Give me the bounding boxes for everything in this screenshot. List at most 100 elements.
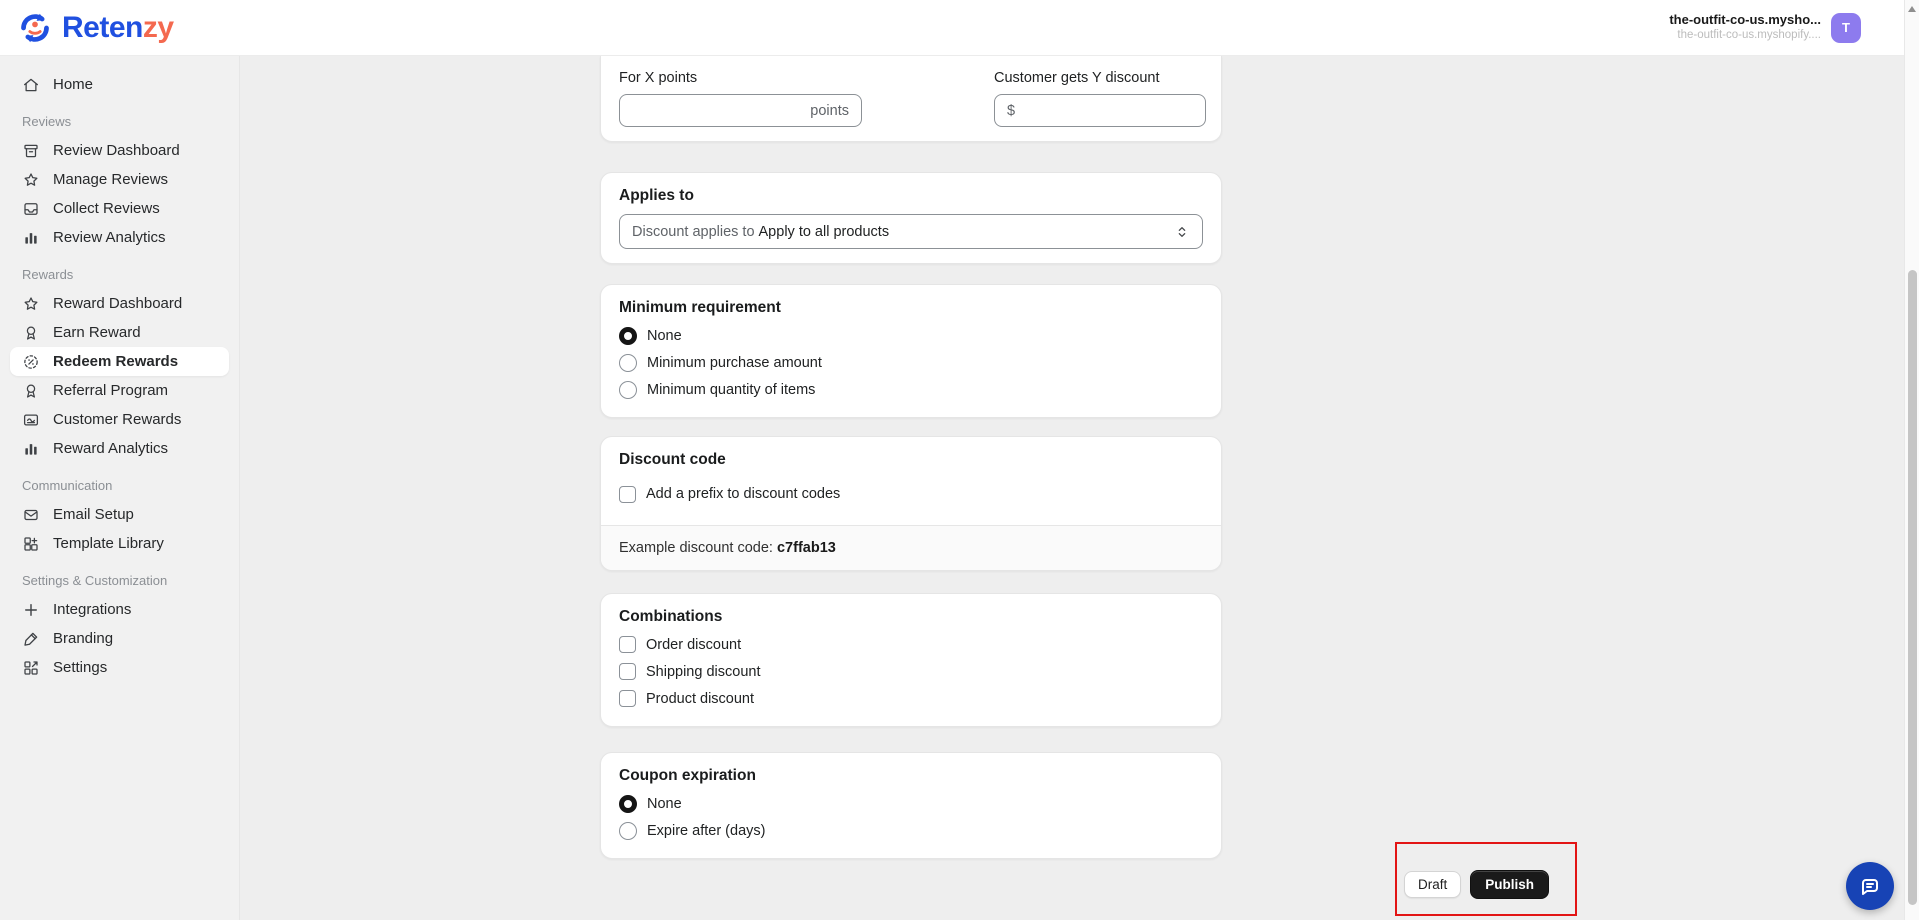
sidebar-item-earn-reward[interactable]: Earn Reward (10, 318, 229, 347)
brand-name-accent: zy (142, 10, 174, 44)
radio-label: Minimum purchase amount (647, 354, 822, 371)
brand-logo[interactable]: Retenzy (16, 9, 174, 47)
discount-field: Customer gets Y discount $ (994, 69, 1206, 127)
annotation-highlight-box: Draft Publish (1395, 842, 1577, 916)
shop-switcher[interactable]: the-outfit-co-us.mysho... the-outfit-co-… (1669, 12, 1861, 43)
sidebar-item-template-library[interactable]: Template Library (10, 529, 229, 558)
sidebar-item-label: Home (53, 76, 94, 93)
coupon-expiration-heading: Coupon expiration (619, 767, 756, 784)
sidebar-item-label: Review Analytics (53, 229, 166, 246)
star-icon (22, 171, 40, 189)
brand-name: Retenzy (62, 11, 174, 45)
sidebar-item-label: Email Setup (53, 506, 134, 523)
checkbox-label: Add a prefix to discount codes (646, 486, 841, 502)
checkbox-icon (619, 636, 636, 653)
sidebar-item-email-setup[interactable]: Email Setup (10, 500, 229, 529)
scrollbar (1904, 0, 1919, 920)
discount-field-label: Customer gets Y discount (994, 70, 1160, 86)
checkbox-shipping-discount[interactable]: Shipping discount (619, 658, 1203, 685)
sidebar-item-label: Collect Reviews (53, 200, 160, 217)
radio-label: None (647, 795, 682, 812)
sidebar-item-label: Customer Rewards (53, 411, 182, 428)
points-input[interactable]: points (619, 94, 862, 127)
radio-min-quantity-items[interactable]: Minimum quantity of items (619, 376, 1203, 403)
radio-selected-icon (619, 794, 637, 813)
shop-text: the-outfit-co-us.mysho... the-outfit-co-… (1669, 12, 1821, 43)
radio-expire-after-days[interactable]: Expire after (days) (619, 817, 1203, 844)
sidebar-item-customer-rewards[interactable]: Customer Rewards (10, 405, 229, 434)
select-selected-value: Apply to all products (758, 223, 890, 240)
chat-launcher-button[interactable] (1846, 862, 1894, 910)
gift-card-icon (22, 411, 40, 429)
sidebar-item-review-dashboard[interactable]: Review Dashboard (10, 136, 229, 165)
card-minimum-requirement: Minimum requirement None Minimum purchas… (600, 284, 1222, 418)
inbox-icon (22, 200, 40, 218)
avatar[interactable]: T (1831, 12, 1861, 43)
grid-plus-icon (22, 535, 40, 553)
redeem-reward-form: For X points points Customer gets Y disc… (600, 56, 1222, 859)
retenzy-logo-icon (21, 13, 49, 42)
sidebar-item-label: Earn Reward (53, 324, 141, 341)
discount-input[interactable]: $ (994, 94, 1206, 127)
scrollbar-thumb[interactable] (1908, 270, 1917, 905)
card-points-discount: For X points points Customer gets Y disc… (600, 56, 1222, 142)
combinations-heading: Combinations (619, 608, 723, 625)
sidebar-item-settings[interactable]: Settings (10, 653, 229, 682)
star-icon (22, 295, 40, 313)
card-combinations: Combinations Order discount Shipping dis… (600, 593, 1222, 727)
sidebar-section-settings: Settings & Customization (22, 573, 168, 588)
scroll-up-arrow[interactable] (1908, 6, 1916, 12)
checkbox-order-discount[interactable]: Order discount (619, 631, 1203, 658)
sidebar-item-label: Review Dashboard (53, 142, 180, 159)
sidebar: Home Reviews Review Dashboard Manage Rev… (0, 56, 240, 920)
radio-label: None (647, 327, 682, 344)
applies-to-select[interactable]: Discount applies to Apply to all product… (619, 214, 1203, 249)
archive-icon (22, 142, 40, 160)
card-coupon-expiration: Coupon expiration None Expire after (day… (600, 752, 1222, 859)
bar-chart-icon (22, 229, 40, 247)
sidebar-item-collect-reviews[interactable]: Collect Reviews (10, 194, 229, 223)
checkbox-product-discount[interactable]: Product discount (619, 685, 1203, 712)
sidebar-item-label: Manage Reviews (53, 171, 169, 188)
sidebar-item-label: Branding (53, 630, 114, 647)
radio-min-purchase-amount[interactable]: Minimum purchase amount (619, 349, 1203, 376)
dollar-prefix: $ (1007, 102, 1016, 119)
sidebar-item-label: Integrations (53, 601, 132, 618)
checkbox-label: Product discount (646, 690, 755, 707)
sidebar-item-branding[interactable]: Branding (10, 624, 229, 653)
points-suffix: points (810, 102, 849, 119)
award-icon (22, 382, 40, 400)
sidebar-section-reviews: Reviews (22, 114, 72, 129)
example-code-label: Example discount code: (619, 540, 773, 556)
card-discount-code: Discount code Add a prefix to discount c… (600, 436, 1222, 571)
shop-name: the-outfit-co-us.mysho... (1669, 12, 1821, 28)
points-field: For X points points (619, 69, 862, 127)
checkbox-label: Shipping discount (646, 663, 761, 680)
card-applies-to: Applies to Discount applies to Apply to … (600, 172, 1222, 264)
radio-icon (619, 380, 637, 399)
shop-domain: the-outfit-co-us.myshopify.... (1677, 29, 1821, 42)
sidebar-item-manage-reviews[interactable]: Manage Reviews (10, 165, 229, 194)
sidebar-item-integrations[interactable]: Integrations (10, 595, 229, 624)
discount-input-field[interactable] (1015, 102, 1193, 119)
radio-expiration-none[interactable]: None (619, 790, 1203, 817)
sidebar-item-label: Redeem Rewards (53, 353, 179, 370)
radio-icon (619, 821, 637, 840)
app-window: Retenzy the-outfit-co-us.mysho... the-ou… (0, 0, 1919, 920)
sidebar-item-reward-dashboard[interactable]: Reward Dashboard (10, 289, 229, 318)
draft-button[interactable]: Draft (1403, 870, 1462, 898)
radio-min-none[interactable]: None (619, 322, 1203, 349)
sidebar-item-label: Reward Analytics (53, 440, 169, 457)
radio-label: Minimum quantity of items (647, 381, 816, 398)
points-field-label: For X points (619, 70, 698, 86)
checkbox-icon (619, 690, 636, 707)
sidebar-item-redeem-rewards[interactable]: Redeem Rewards (10, 347, 229, 376)
sidebar-item-reward-analytics[interactable]: Reward Analytics (10, 434, 229, 463)
points-input-field[interactable] (632, 102, 811, 119)
sidebar-item-home[interactable]: Home (10, 70, 229, 99)
sidebar-item-referral-program[interactable]: Referral Program (10, 376, 229, 405)
discount-code-heading: Discount code (619, 451, 726, 468)
publish-button[interactable]: Publish (1470, 869, 1549, 899)
sidebar-item-review-analytics[interactable]: Review Analytics (10, 223, 229, 252)
checkbox-prefix-discount-codes[interactable]: Add a prefix to discount codes (619, 481, 1203, 507)
